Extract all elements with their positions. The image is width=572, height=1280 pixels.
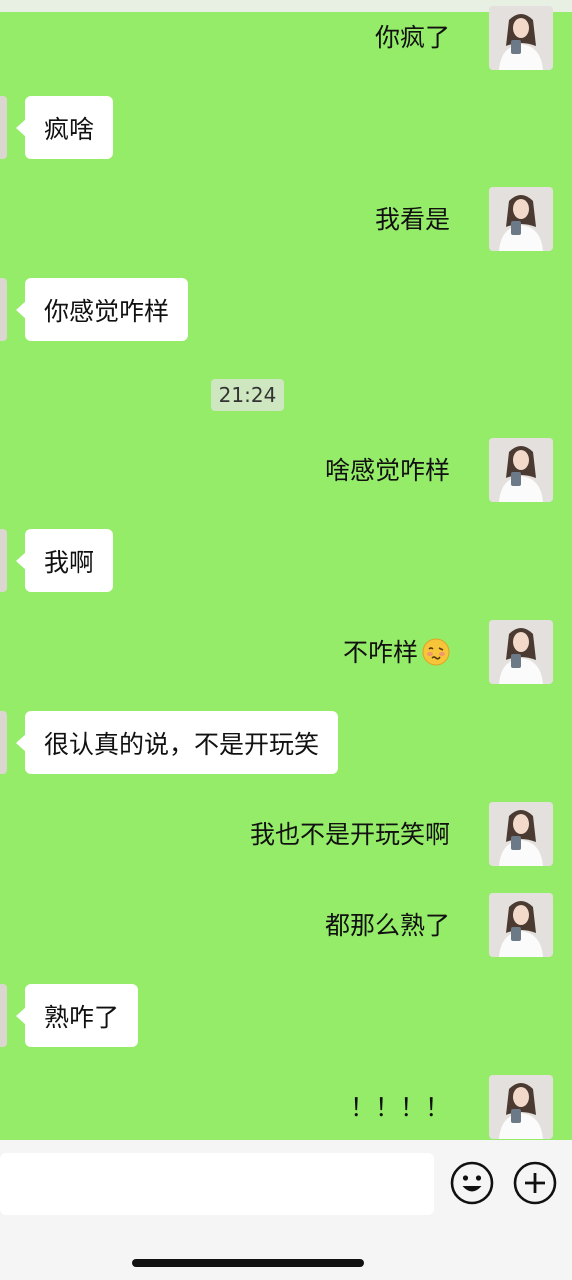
message-text-outgoing[interactable]: 你疯了 bbox=[375, 25, 450, 50]
avatar-photo-icon bbox=[489, 6, 553, 70]
message-bubble-incoming[interactable]: 我啊 bbox=[15, 529, 114, 592]
plus-circle-icon bbox=[513, 1161, 557, 1205]
avatar[interactable] bbox=[489, 893, 553, 957]
message-bubble-incoming[interactable]: 很认真的说，不是开玩笑 bbox=[15, 711, 339, 774]
contact-avatar-edge[interactable] bbox=[0, 96, 7, 159]
avatar[interactable] bbox=[489, 1075, 553, 1139]
contact-avatar-edge[interactable] bbox=[0, 711, 7, 774]
avatar[interactable] bbox=[489, 438, 553, 502]
message-input[interactable] bbox=[0, 1153, 434, 1215]
message-text-outgoing[interactable]: 我也不是开玩笑啊 bbox=[250, 822, 450, 847]
smiley-face-icon bbox=[450, 1161, 494, 1205]
message-bubble-incoming[interactable]: 你感觉咋样 bbox=[15, 278, 189, 341]
message-bubble-incoming[interactable]: 疯啥 bbox=[15, 96, 114, 159]
message-text-outgoing[interactable]: 不咋样 bbox=[342, 638, 450, 668]
avatar[interactable] bbox=[489, 187, 553, 251]
message-text-outgoing[interactable]: 我看是 bbox=[375, 207, 450, 232]
avatar[interactable] bbox=[489, 802, 553, 866]
chat-history[interactable]: 你疯了 疯啥 我看是 你感觉咋样 21:24 啥感觉咋样 我啊 不咋样 很认真的… bbox=[0, 0, 572, 1140]
message-bubble-incoming[interactable]: 熟咋了 bbox=[15, 984, 139, 1047]
more-options-button[interactable] bbox=[512, 1160, 558, 1206]
timestamp: 21:24 bbox=[211, 379, 284, 411]
home-indicator[interactable] bbox=[132, 1259, 364, 1267]
message-text-outgoing[interactable]: 都那么熟了 bbox=[325, 913, 450, 938]
message-input-container[interactable] bbox=[0, 1153, 434, 1215]
avatar-photo-icon bbox=[489, 802, 553, 866]
avatar-photo-icon bbox=[489, 438, 553, 502]
woozy-face-icon bbox=[422, 638, 450, 666]
avatar-photo-icon bbox=[489, 893, 553, 957]
message-text-outgoing[interactable]: 啥感觉咋样 bbox=[325, 458, 450, 483]
avatar-photo-icon bbox=[489, 620, 553, 684]
message-text: 不咋样 bbox=[342, 638, 418, 667]
contact-avatar-edge[interactable] bbox=[0, 529, 7, 592]
emoji-button[interactable] bbox=[449, 1160, 495, 1206]
avatar-photo-icon bbox=[489, 1075, 553, 1139]
avatar-photo-icon bbox=[489, 187, 553, 251]
contact-avatar-edge[interactable] bbox=[0, 984, 7, 1047]
avatar[interactable] bbox=[489, 6, 553, 70]
message-text-outgoing[interactable]: ！！！！ bbox=[350, 1095, 450, 1120]
avatar[interactable] bbox=[489, 620, 553, 684]
contact-avatar-edge[interactable] bbox=[0, 278, 7, 341]
